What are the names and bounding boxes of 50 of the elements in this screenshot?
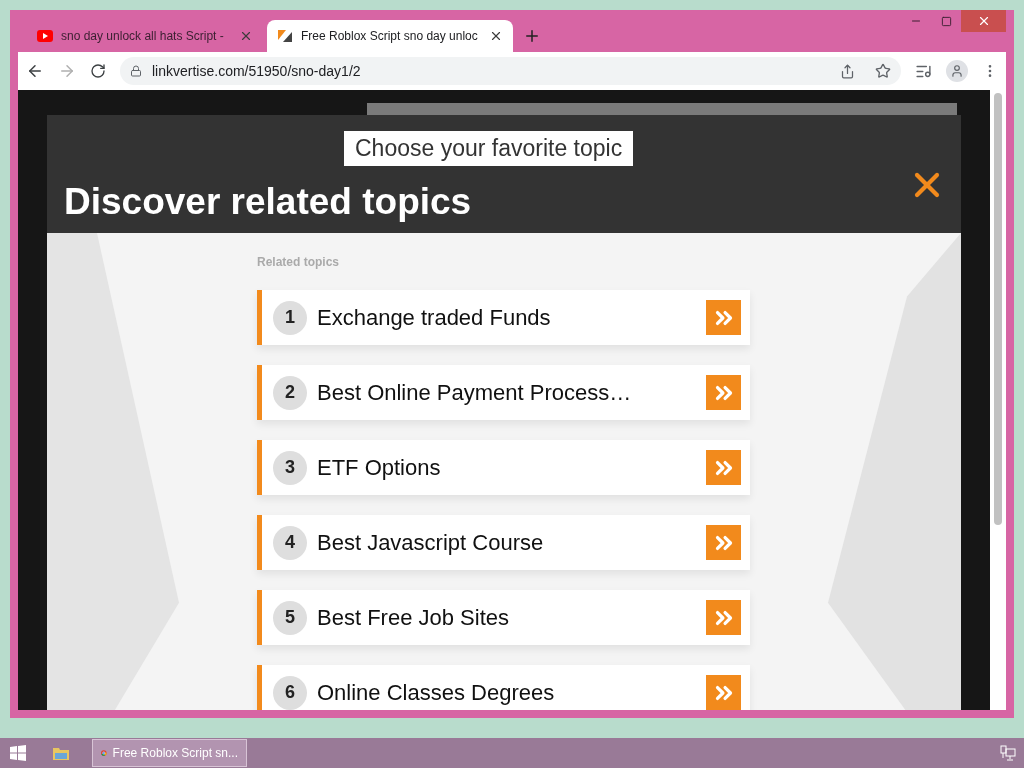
network-icon[interactable] bbox=[1000, 745, 1016, 761]
close-icon[interactable] bbox=[489, 29, 503, 43]
topic-item[interactable]: 4 Best Javascript Course bbox=[257, 515, 750, 570]
star-icon[interactable] bbox=[875, 63, 891, 79]
double-chevron-icon[interactable] bbox=[706, 375, 741, 410]
forward-icon[interactable] bbox=[58, 62, 76, 80]
profile-icon[interactable] bbox=[946, 60, 968, 82]
tab-title: sno day unlock all hats Script - bbox=[61, 29, 225, 43]
topic-label: Best Javascript Course bbox=[317, 529, 545, 556]
topic-item[interactable]: 1 Exchange traded Funds bbox=[257, 290, 750, 345]
double-chevron-icon[interactable] bbox=[706, 525, 741, 560]
new-tab-icon[interactable] bbox=[523, 27, 541, 45]
topic-number: 1 bbox=[273, 300, 307, 335]
topic-label: Best Online Payment Process… bbox=[317, 379, 633, 406]
topic-item[interactable]: 6 Online Classes Degrees bbox=[257, 665, 750, 710]
topic-number: 2 bbox=[273, 375, 307, 410]
topic-label: Online Classes Degrees bbox=[317, 679, 556, 706]
windows-logo-icon[interactable] bbox=[10, 745, 26, 761]
topic-item[interactable]: 2 Best Online Payment Process… bbox=[257, 365, 750, 420]
scrollbar-thumb[interactable] bbox=[994, 93, 1002, 525]
topic-label: ETF Options bbox=[317, 454, 442, 481]
taskbar-label: Free Roblox Script sn... bbox=[112, 746, 238, 760]
double-chevron-icon[interactable] bbox=[706, 675, 741, 710]
topic-number: 3 bbox=[273, 450, 307, 485]
topic-badge: Choose your favorite topic bbox=[344, 131, 634, 166]
browser-tab[interactable]: Free Roblox Script sno day unloc bbox=[267, 20, 513, 52]
tab-title: Free Roblox Script sno day unloc bbox=[301, 29, 479, 43]
topic-label: Exchange traded Funds bbox=[317, 304, 552, 331]
section-label: Related topics bbox=[257, 255, 341, 269]
video-play-icon bbox=[37, 30, 53, 42]
double-chevron-icon[interactable] bbox=[706, 300, 741, 335]
topic-label: Best Free Job Sites bbox=[317, 604, 510, 631]
back-icon[interactable] bbox=[26, 62, 44, 80]
topic-number: 4 bbox=[273, 525, 307, 560]
reload-icon[interactable] bbox=[90, 63, 106, 79]
site-logo-icon bbox=[277, 28, 293, 44]
modal-title: Discover related topics bbox=[64, 181, 472, 223]
folder-icon[interactable] bbox=[52, 745, 70, 761]
lock-icon bbox=[130, 65, 142, 77]
browser-tab[interactable]: sno day unlock all hats Script - bbox=[27, 20, 263, 52]
double-chevron-icon[interactable] bbox=[706, 450, 741, 485]
topic-item[interactable]: 3 ETF Options bbox=[257, 440, 750, 495]
double-chevron-icon[interactable] bbox=[706, 600, 741, 635]
url-text: linkvertise.com/51950/sno-day1/2 bbox=[152, 63, 362, 79]
topic-number: 5 bbox=[273, 600, 307, 635]
address-bar[interactable]: linkvertise.com/51950/sno-day1/2 bbox=[120, 57, 901, 85]
close-window-icon[interactable] bbox=[961, 10, 1006, 32]
share-icon[interactable] bbox=[840, 63, 855, 79]
topic-item[interactable]: 5 Best Free Job Sites bbox=[257, 590, 750, 645]
topic-number: 6 bbox=[273, 675, 307, 710]
